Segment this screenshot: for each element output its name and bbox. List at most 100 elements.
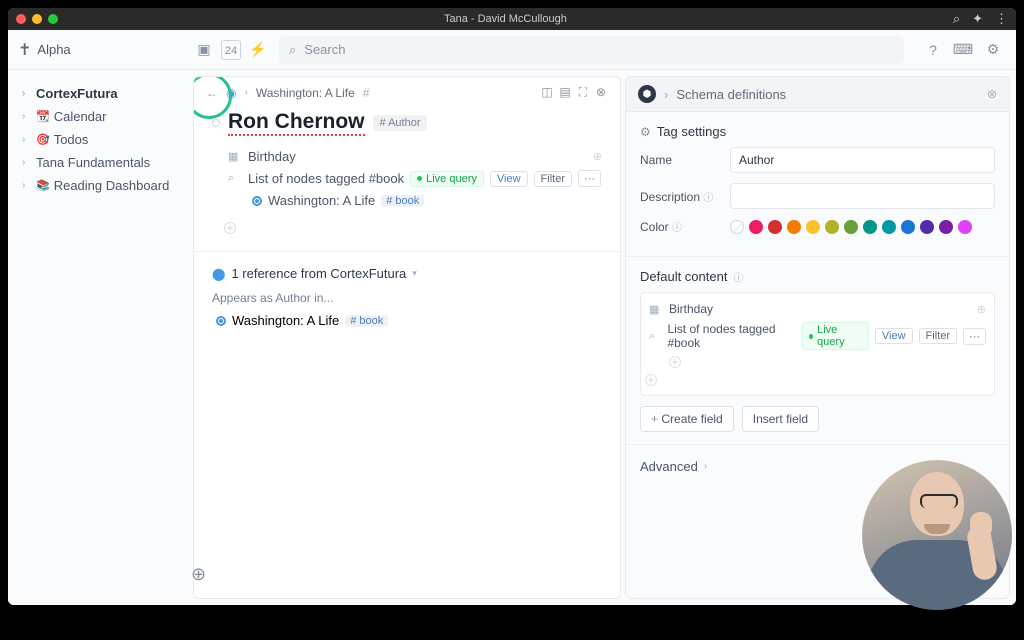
- workspace-switcher[interactable]: ✝ Alpha: [18, 40, 183, 60]
- color-label: Color ⓘ: [640, 219, 720, 234]
- back-icon[interactable]: ←: [206, 86, 218, 100]
- chevron-right-icon: ›: [22, 88, 32, 99]
- add-value-icon[interactable]: ⊕: [593, 150, 602, 163]
- color-none[interactable]: [730, 220, 744, 234]
- color-swatch[interactable]: [825, 220, 839, 234]
- minimize-window[interactable]: [32, 14, 42, 24]
- panel-title: Schema definitions: [676, 87, 786, 102]
- date-icon: ▦: [649, 303, 663, 316]
- color-swatch[interactable]: [806, 220, 820, 234]
- live-badge: Live query: [802, 322, 869, 350]
- date-icon: ▦: [228, 150, 242, 163]
- color-swatch[interactable]: [920, 220, 934, 234]
- view-button[interactable]: View: [875, 328, 913, 344]
- close-window[interactable]: [16, 14, 26, 24]
- search-icon: ⌕: [228, 172, 242, 185]
- more-button[interactable]: ⋯: [963, 328, 986, 345]
- help-icon[interactable]: ?: [920, 37, 946, 63]
- sidebar-item-calendar[interactable]: › 📆 Calendar: [16, 105, 185, 128]
- bullet-icon[interactable]: [252, 196, 262, 206]
- add-icon[interactable]: +: [669, 356, 681, 368]
- collapse-icon[interactable]: ▤: [558, 85, 572, 100]
- color-swatch[interactable]: [749, 220, 763, 234]
- close-panel-icon[interactable]: ⊗: [594, 85, 608, 100]
- color-swatch[interactable]: [768, 220, 782, 234]
- info-icon: ⓘ: [672, 223, 682, 234]
- add-fab-icon[interactable]: ⊕: [191, 564, 206, 585]
- tag-book[interactable]: # book: [345, 315, 388, 327]
- more-button[interactable]: ⋯: [578, 170, 601, 187]
- chevron-right-icon: ›: [704, 461, 707, 472]
- add-icon[interactable]: +: [645, 374, 657, 386]
- refs-subheading: Appears as Author in...: [212, 291, 602, 305]
- add-icon[interactable]: ⊕: [977, 303, 986, 316]
- search-icon: ⌕: [649, 330, 661, 343]
- schema-icon: ⬢: [638, 85, 656, 103]
- dc-field-birthday[interactable]: ▦ Birthday ⊕: [649, 299, 986, 319]
- sidebar: › CortexFutura › 📆 Calendar › 🎯 Todos › …: [8, 70, 193, 605]
- tag-author[interactable]: # Author: [373, 115, 428, 131]
- filter-button[interactable]: Filter: [919, 328, 957, 344]
- color-swatch[interactable]: [882, 220, 896, 234]
- settings-icon[interactable]: ⚙: [980, 37, 1006, 63]
- color-swatch[interactable]: [844, 220, 858, 234]
- node-bullet[interactable]: [212, 119, 220, 127]
- hash-icon[interactable]: #: [363, 86, 370, 100]
- desc-label: Description ⓘ: [640, 189, 720, 204]
- logo-icon: ✝: [18, 40, 31, 60]
- calendar-icon[interactable]: 24: [221, 40, 241, 60]
- chevron-icon: ›: [244, 87, 247, 98]
- titlebar: Tana - David McCullough ⌕ ✦ ⋮: [8, 8, 1016, 30]
- breadcrumb[interactable]: Washington: A Life: [256, 86, 355, 100]
- search-icon: ⌕: [289, 42, 296, 58]
- presenter-avatar: [862, 460, 1012, 610]
- color-swatch[interactable]: [901, 220, 915, 234]
- chevron-right-icon: ›: [22, 157, 32, 168]
- window-controls: [16, 14, 58, 24]
- extension-icon[interactable]: ✦: [972, 11, 983, 27]
- chevron-right-icon: ›: [22, 111, 32, 122]
- sidebar-item-fundamentals[interactable]: › Tana Fundamentals: [16, 151, 185, 174]
- window-title: Tana - David McCullough: [58, 13, 953, 25]
- create-field-button[interactable]: + Create field: [640, 406, 734, 432]
- chevron-icon: ›: [664, 87, 668, 102]
- color-swatch[interactable]: [939, 220, 953, 234]
- expand-icon[interactable]: ⛶: [576, 85, 590, 100]
- tag-book[interactable]: # book: [381, 195, 424, 207]
- field-birthday[interactable]: ▦ Birthday ⊕: [228, 146, 602, 167]
- dc-field-list[interactable]: ⌕ List of nodes tagged #book Live query …: [649, 319, 986, 353]
- color-picker[interactable]: [730, 220, 972, 234]
- keyboard-icon[interactable]: ⌨: [950, 37, 976, 63]
- description-input[interactable]: [730, 183, 995, 209]
- name-input[interactable]: [730, 147, 995, 173]
- menu-icon[interactable]: ⋮: [995, 11, 1008, 27]
- add-node-icon[interactable]: +: [224, 222, 236, 234]
- gear-icon: ⚙: [640, 125, 651, 139]
- view-button[interactable]: View: [490, 171, 528, 187]
- color-swatch[interactable]: [958, 220, 972, 234]
- page-title[interactable]: Ron Chernow: [228, 110, 365, 136]
- color-swatch[interactable]: [787, 220, 801, 234]
- references-header[interactable]: ⬤ 1 reference from CortexFutura ▾: [212, 266, 602, 281]
- filter-button[interactable]: Filter: [534, 171, 572, 187]
- color-swatch[interactable]: [863, 220, 877, 234]
- insert-field-button[interactable]: Insert field: [742, 406, 819, 432]
- reference-item[interactable]: Washington: A Life # book: [212, 311, 602, 330]
- sidebar-root[interactable]: › CortexFutura: [16, 82, 185, 105]
- sidebar-item-reading[interactable]: › 📚 Reading Dashboard: [16, 174, 185, 197]
- panel-icon[interactable]: ▣: [191, 37, 217, 63]
- quick-add-icon[interactable]: ⚡: [245, 37, 271, 63]
- chevron-down-icon: ▾: [412, 268, 417, 279]
- close-panel-icon[interactable]: ⊗: [987, 87, 997, 101]
- search-icon[interactable]: ⌕: [953, 11, 960, 27]
- search-input[interactable]: ⌕ Search: [279, 36, 904, 64]
- sidebar-item-todos[interactable]: › 🎯 Todos: [16, 128, 185, 151]
- child-node[interactable]: Washington: A Life # book: [228, 190, 602, 211]
- info-icon: ⓘ: [703, 193, 713, 204]
- name-label: Name: [640, 153, 720, 167]
- field-list-nodes[interactable]: ⌕ List of nodes tagged #book Live query …: [228, 167, 602, 190]
- layout-icon[interactable]: ◫: [540, 85, 554, 100]
- node-icon: ◉: [226, 86, 236, 100]
- live-query-badge: Live query: [410, 171, 484, 187]
- maximize-window[interactable]: [48, 14, 58, 24]
